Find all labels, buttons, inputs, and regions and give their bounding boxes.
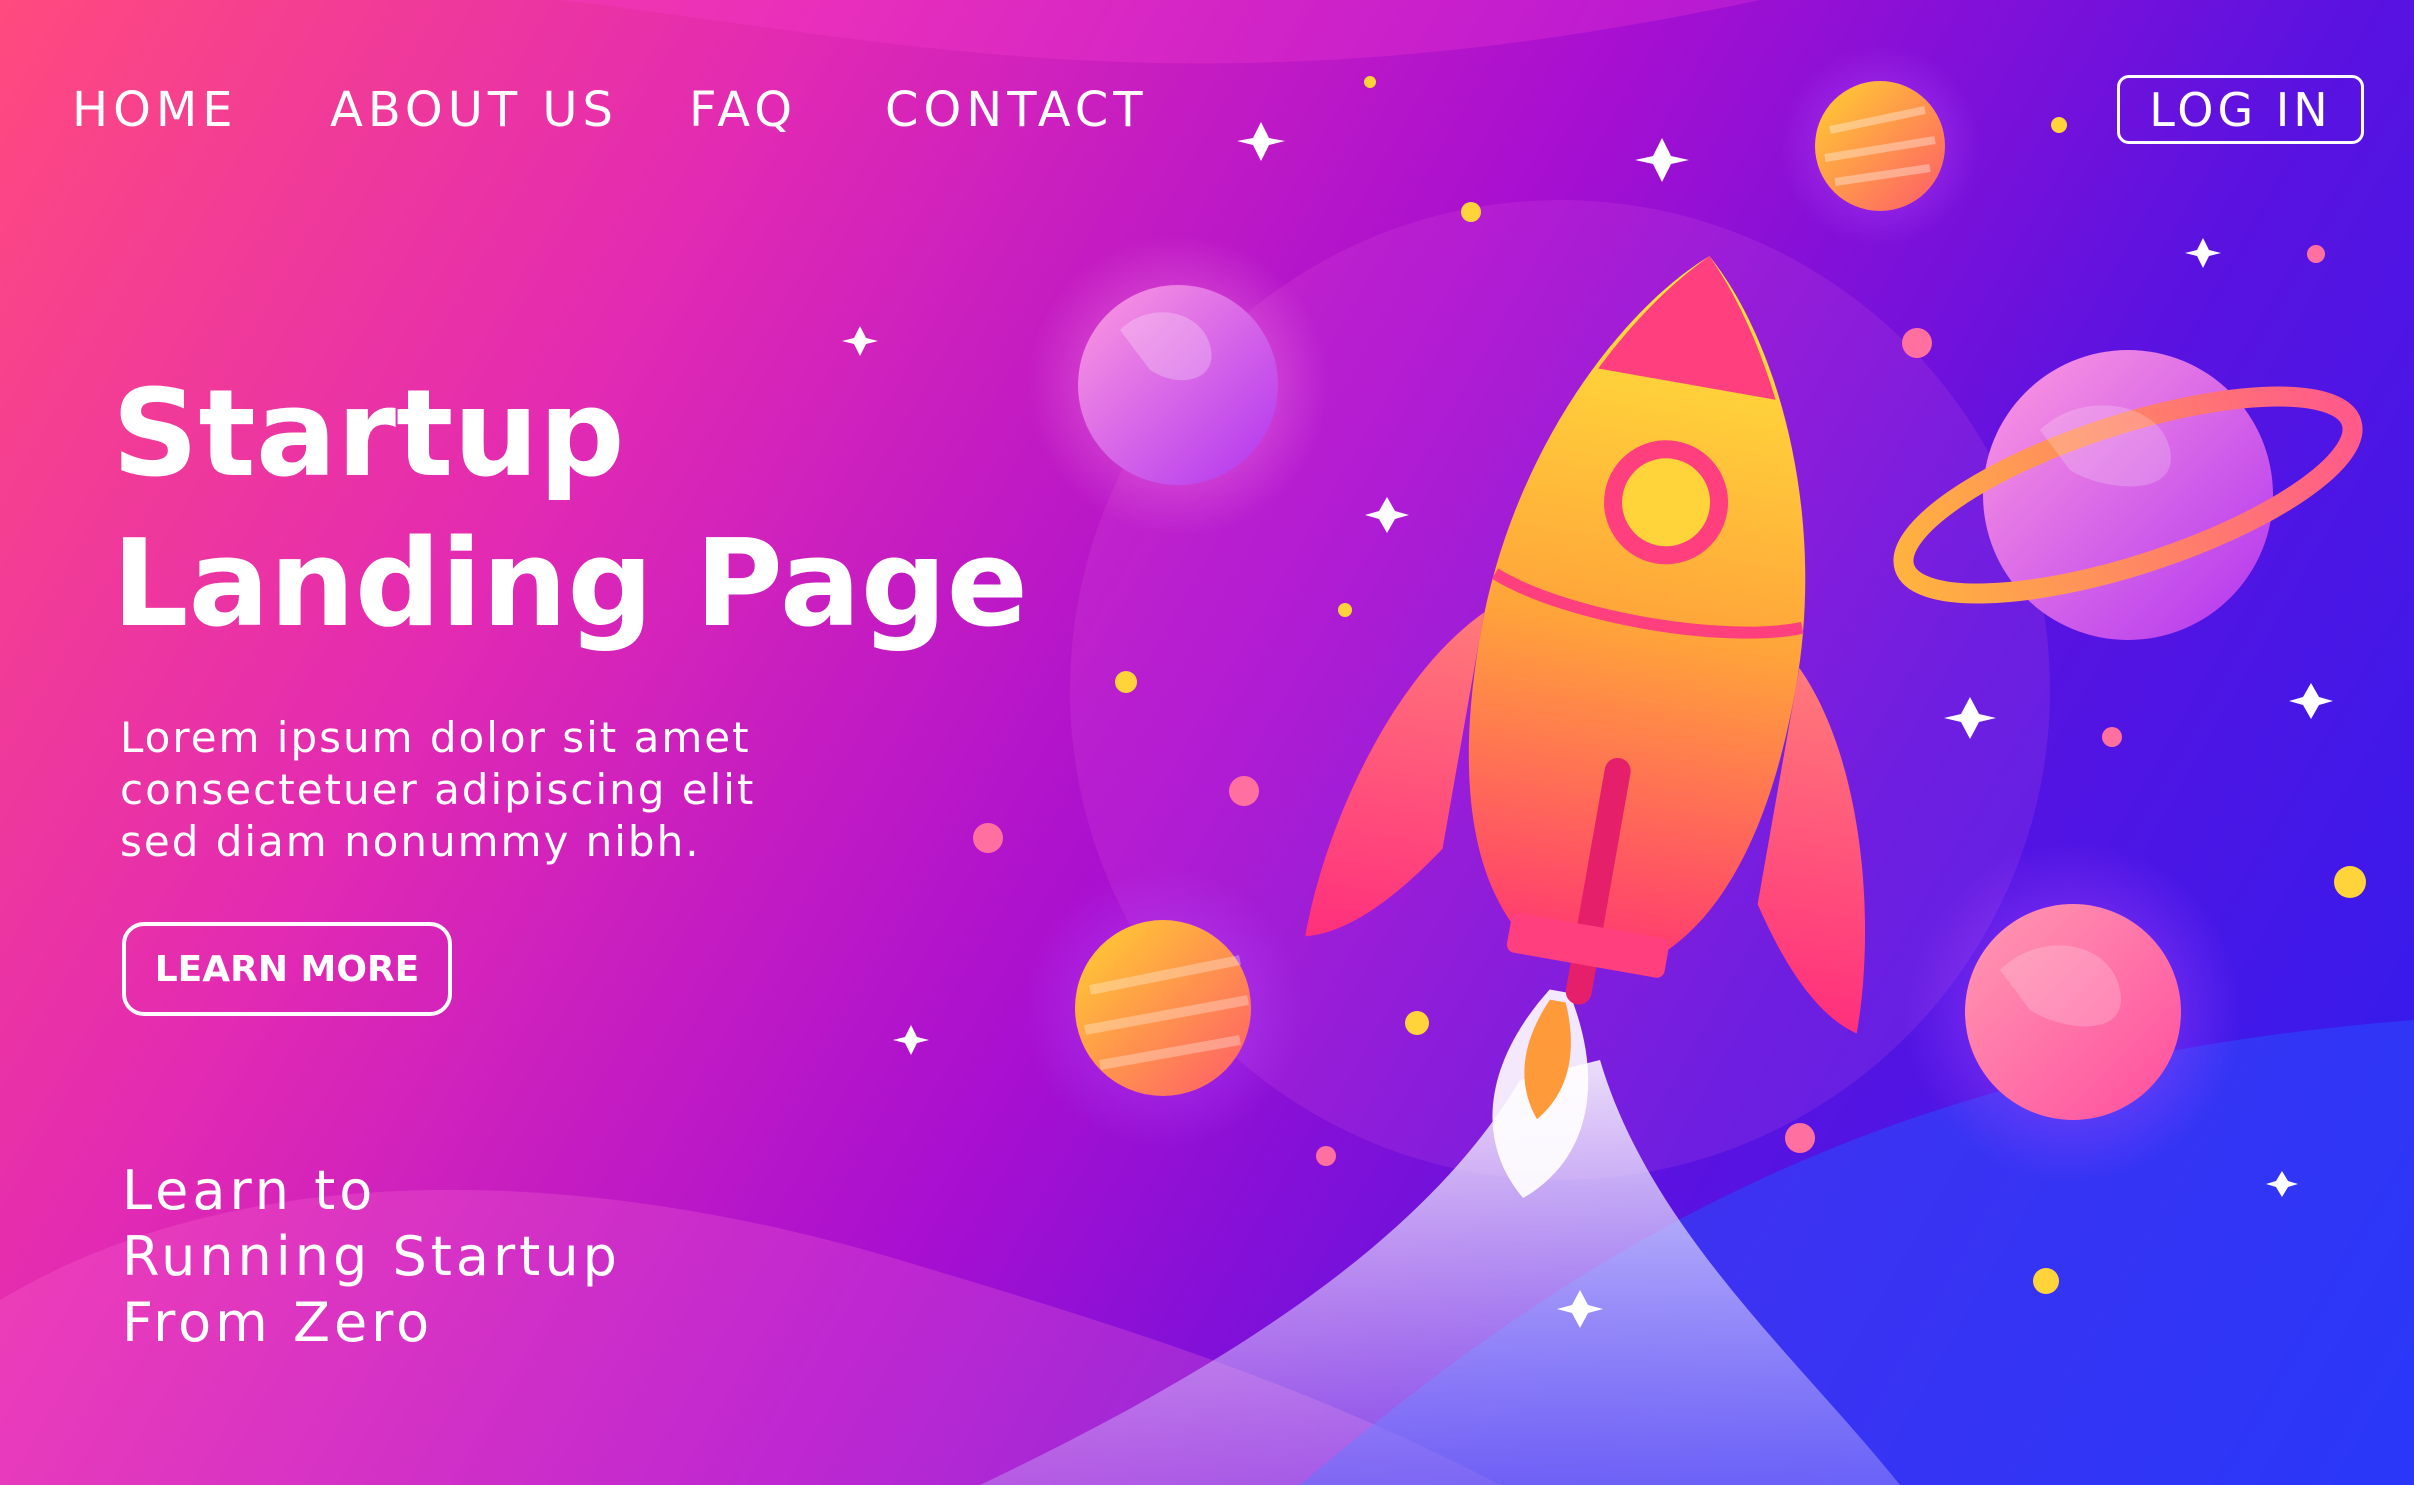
nav-about-link[interactable]: ABOUT US	[330, 78, 618, 142]
tagline: Learn to Running Startup From Zero	[122, 1158, 621, 1356]
planet-icon	[1028, 235, 1328, 535]
login-button[interactable]: LOG IN	[2117, 75, 2364, 144]
planet-icon	[1903, 842, 2243, 1182]
nav-home-link[interactable]: HOME	[72, 78, 238, 142]
title-line: Landing Page	[112, 515, 1028, 654]
description-line: Lorem ipsum dolor sit amet	[120, 713, 751, 762]
nav-faq-link[interactable]: FAQ	[689, 78, 797, 142]
title-line: Startup	[112, 365, 625, 504]
nav-contact-link[interactable]: CONTACT	[885, 78, 1148, 142]
hero-description: Lorem ipsum dolor sit amet consectetuer …	[120, 712, 820, 868]
page-title: Startup Landing Page	[112, 360, 1028, 660]
tagline-line: Running Startup	[122, 1225, 621, 1288]
tagline-line: From Zero	[122, 1291, 434, 1354]
tagline-line: Learn to	[122, 1159, 377, 1222]
description-line: sed diam nonummy nibh.	[120, 817, 701, 866]
ringed-planet-icon	[1893, 350, 2363, 640]
learn-more-button[interactable]: LEARN MORE	[122, 922, 452, 1016]
landing-page: HOME ABOUT US FAQ CONTACT LOG IN Startup…	[0, 0, 2414, 1485]
planet-icon	[1023, 868, 1303, 1148]
description-line: consectetuer adipiscing elit	[120, 765, 756, 814]
top-nav: HOME ABOUT US FAQ CONTACT LOG IN	[0, 0, 2414, 220]
